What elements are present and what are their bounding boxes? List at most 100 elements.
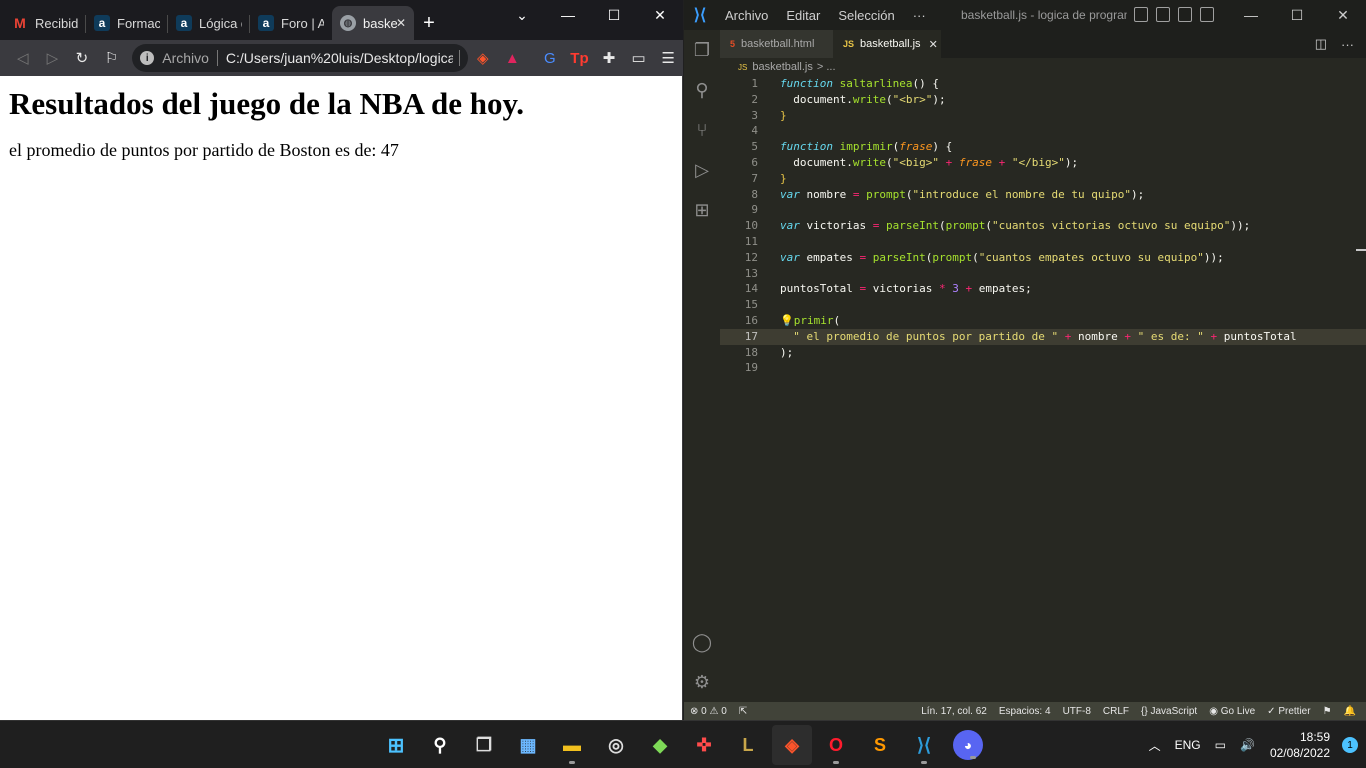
- volume-icon[interactable]: 🔊: [1233, 738, 1262, 752]
- new-tab-button[interactable]: +: [414, 6, 444, 40]
- code-editor[interactable]: 1 function saltarlinea() { 2 document.wri…: [720, 76, 1366, 702]
- file-explorer-icon[interactable]: ▬: [552, 725, 592, 765]
- search-icon[interactable]: ⚲: [684, 72, 720, 108]
- brave-shields-icon[interactable]: ◈: [468, 44, 498, 72]
- address-divider: [216, 50, 218, 66]
- breadcrumb-trail[interactable]: > ...: [817, 61, 836, 73]
- explorer-icon[interactable]: ❐: [684, 32, 720, 68]
- sublime-text-icon[interactable]: S: [860, 725, 900, 765]
- run-debug-icon[interactable]: ▷: [684, 152, 720, 188]
- menu-seleccion[interactable]: Selección: [829, 8, 903, 23]
- menu-editar[interactable]: Editar: [777, 8, 829, 23]
- alura-icon: a: [94, 15, 110, 31]
- chevron-up-icon[interactable]: ︿: [1142, 737, 1168, 754]
- prettier-button[interactable]: ✓ Prettier: [1261, 706, 1316, 717]
- address-bar[interactable]: i Archivo C:/Users/juan%20luis/Desktop/l…: [132, 44, 468, 72]
- code-line: 9: [751, 203, 758, 217]
- translate-icon[interactable]: G: [535, 44, 565, 72]
- maximize-icon[interactable]: ☐: [591, 0, 637, 30]
- close-window-icon[interactable]: ✕: [1320, 0, 1366, 30]
- menu-archivo[interactable]: Archivo: [716, 8, 777, 23]
- brave-rewards-icon[interactable]: ▲: [498, 44, 528, 72]
- indentation[interactable]: Espacios: 4: [993, 706, 1057, 717]
- tab-label: Foro | Al: [281, 15, 324, 31]
- start-windows-icon[interactable]: ⊞: [376, 725, 416, 765]
- language-mode[interactable]: {} JavaScript: [1135, 706, 1203, 717]
- alura-icon: a: [258, 15, 274, 31]
- overview-ruler-mark: [1356, 249, 1366, 251]
- prettier-label: Prettier: [1278, 705, 1311, 717]
- vscode-titlebar: ⟩⟨ Archivo Editar Selección ··· basketba…: [684, 0, 1366, 30]
- browser-tab[interactable]: a Foro | Al: [250, 6, 332, 40]
- problems-indicator[interactable]: ⊗ 0 ⚠ 0: [684, 706, 733, 717]
- editor-actions: ◫ ···: [1315, 30, 1366, 58]
- search-icon[interactable]: ⚲: [420, 725, 460, 765]
- browser-tab[interactable]: a Formación: [86, 6, 168, 40]
- discord-icon[interactable]: ◕: [953, 730, 983, 760]
- browser-tab[interactable]: a Lógica de: [168, 6, 250, 40]
- extensions-icon[interactable]: ✚: [594, 44, 624, 72]
- toggle-secondary-sidebar-icon[interactable]: [1178, 7, 1192, 22]
- back-icon[interactable]: ◁: [8, 44, 38, 72]
- breadcrumb-file[interactable]: basketball.js: [752, 61, 813, 73]
- notifications-bell-icon[interactable]: 🔔: [1338, 706, 1362, 717]
- maximize-icon[interactable]: ☐: [1274, 0, 1320, 30]
- league-of-legends-icon[interactable]: L: [728, 725, 768, 765]
- brave-browser-icon[interactable]: ◈: [772, 725, 812, 765]
- clock-date: 02/08/2022: [1269, 746, 1330, 760]
- game-controller-icon[interactable]: ✜: [684, 725, 724, 765]
- editor-tabs: 5 basketball.html JS basketball.js ✕ ◫ ·…: [720, 30, 1366, 58]
- code-line: 2 document.write("<br>");: [751, 92, 946, 106]
- forward-icon[interactable]: ▷: [38, 44, 68, 72]
- minimize-icon[interactable]: —: [1228, 0, 1274, 30]
- js-file-icon: JS: [738, 62, 748, 72]
- bookmark-icon[interactable]: ⚐: [97, 44, 127, 72]
- opera-icon[interactable]: O: [816, 725, 856, 765]
- source-control-icon[interactable]: ⑂: [684, 112, 720, 148]
- network-icon[interactable]: ▭: [1208, 738, 1233, 752]
- encoding[interactable]: UTF-8: [1057, 706, 1097, 717]
- close-tab-icon[interactable]: ✕: [396, 16, 406, 30]
- browser-tab[interactable]: M Recibido: [4, 6, 86, 40]
- tab-basketball-js[interactable]: JS basketball.js ✕: [833, 30, 941, 58]
- clock[interactable]: 18:59 02/08/2022: [1262, 729, 1338, 761]
- wallet-icon[interactable]: ▭: [624, 44, 654, 72]
- extensions-icon[interactable]: ⊞: [684, 192, 720, 228]
- cursor-position[interactable]: Lín. 17, col. 62: [915, 706, 993, 717]
- lightbulb-icon[interactable]: 💡: [780, 314, 794, 327]
- split-editor-icon[interactable]: ◫: [1315, 36, 1327, 52]
- task-view-icon[interactable]: ❐: [464, 725, 504, 765]
- input-language[interactable]: ENG: [1168, 738, 1208, 752]
- obs-icon[interactable]: ◎: [596, 725, 636, 765]
- menu-icon[interactable]: ☰: [653, 44, 683, 72]
- menu-more[interactable]: ···: [904, 8, 935, 23]
- line-ending[interactable]: CRLF: [1097, 706, 1135, 717]
- go-live-button[interactable]: ◉ Go Live: [1203, 706, 1261, 717]
- browser-tab-active[interactable]: ◍ basketball ✕: [332, 6, 414, 40]
- notification-badge[interactable]: 1: [1342, 737, 1358, 753]
- settings-gear-icon[interactable]: ⚙: [684, 664, 720, 700]
- reload-icon[interactable]: ↻: [67, 44, 97, 72]
- bluestacks-icon[interactable]: ◆: [640, 725, 680, 765]
- tab-basketball-html[interactable]: 5 basketball.html: [720, 30, 833, 58]
- more-actions-icon[interactable]: ···: [1341, 37, 1354, 52]
- taskbar-apps: ⊞ ⚲ ❐ ▦ ▬ ◎ ◆ ✜ L ◈ O S ⟩⟨ ◕: [376, 725, 988, 765]
- toggle-panel-icon[interactable]: [1156, 7, 1170, 22]
- info-icon[interactable]: i: [140, 51, 155, 65]
- vscode-taskbar-icon[interactable]: ⟩⟨: [904, 725, 944, 765]
- live-share-icon[interactable]: ⇱: [733, 706, 753, 717]
- extension-tp-icon[interactable]: Tp: [565, 44, 595, 72]
- close-window-icon[interactable]: ✕: [637, 0, 683, 30]
- toggle-sidebar-icon[interactable]: [1134, 7, 1148, 22]
- accounts-icon[interactable]: ◯: [684, 624, 720, 660]
- customize-layout-icon[interactable]: [1200, 7, 1214, 22]
- microsoft-store-icon[interactable]: ▦: [508, 725, 548, 765]
- minimize-icon[interactable]: —: [545, 0, 591, 30]
- feedback-icon[interactable]: ⚑: [1317, 706, 1338, 717]
- tab-label: basketball: [363, 15, 397, 31]
- language-label: JavaScript: [1150, 705, 1198, 717]
- close-tab-icon[interactable]: ✕: [929, 38, 938, 51]
- code-line: 19: [744, 361, 758, 375]
- tab-search-icon[interactable]: ⌄: [499, 0, 545, 30]
- browser-toolbar: ◁ ▷ ↻ ⚐ i Archivo C:/Users/juan%20luis/D…: [0, 40, 683, 76]
